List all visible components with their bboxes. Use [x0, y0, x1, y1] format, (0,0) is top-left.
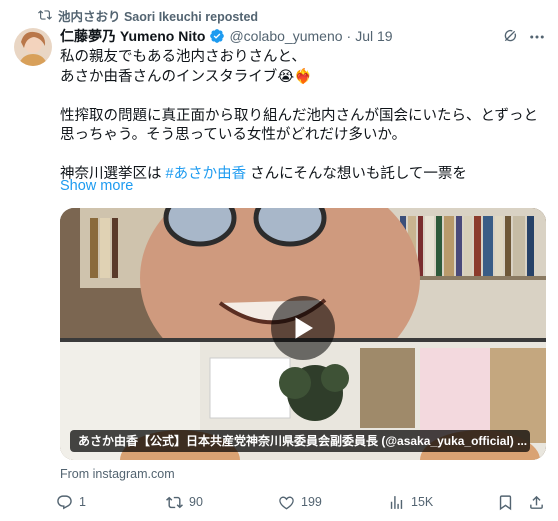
hashtag-link[interactable]: #あさか由香 [166, 166, 247, 182]
author-name[interactable]: 仁藤夢乃 Yumeno Nito [60, 26, 205, 46]
reply-count: 1 [79, 495, 86, 509]
separator-dot: · [346, 28, 352, 44]
views-button[interactable]: 15K [388, 490, 433, 514]
repost-indicator[interactable]: 池内さおり Saori Ikeuchi reposted [38, 6, 258, 24]
repost-button[interactable]: 90 [166, 490, 203, 514]
more-options-icon[interactable] [528, 28, 546, 46]
views-chart-icon [390, 495, 403, 509]
tweet-paragraph-2: 性搾取の問題に真正面から取り組んだ池内さんが国会にいたら、とずっと思っちゃう。そ… [60, 107, 539, 144]
share-button[interactable] [528, 490, 545, 514]
video-caption: あさか由香【公式】日本共産党神奈川県委員会副委員長 (@asaka_yuka_o… [70, 430, 530, 452]
verified-badge-icon [210, 29, 225, 43]
bookmark-icon [499, 494, 512, 510]
grok-icon[interactable] [502, 28, 518, 44]
link-source[interactable]: From instagram.com [60, 467, 175, 481]
show-more-link[interactable]: Show more [60, 178, 133, 194]
tweet-para3-suffix: さんにそんな想いも託して一票を [246, 166, 467, 182]
like-button[interactable]: 199 [278, 490, 322, 514]
reply-icon [57, 494, 72, 509]
play-icon [295, 317, 313, 339]
tweet-text: 私の親友でもある池内さおりさんと、 あさか由香さんのインスタライブ😭❤️‍🔥 性… [60, 48, 546, 185]
tweet-header: 仁藤夢乃 Yumeno Nito @colabo_yumeno · Jul 19 [60, 26, 393, 46]
tweet-line-2: あさか由香さんのインスタライブ😭❤️‍🔥 [60, 68, 313, 85]
repost-count: 90 [189, 495, 203, 509]
reply-button[interactable]: 1 [56, 490, 86, 514]
avatar[interactable] [14, 28, 52, 66]
repost-icon [38, 10, 52, 20]
video-card[interactable]: あさか由香【公式】日本共産党神奈川県委員会副委員長 (@asaka_yuka_o… [60, 208, 546, 460]
play-button[interactable] [271, 296, 335, 360]
tweet-line-1: 私の親友でもある池内さおりさんと、 [60, 49, 306, 65]
bookmark-button[interactable] [497, 490, 514, 514]
action-bar: 1 90 199 15K [56, 490, 546, 514]
share-icon [530, 495, 543, 509]
like-count: 199 [301, 495, 322, 509]
repost-text: 池内さおり Saori Ikeuchi reposted [58, 9, 259, 24]
views-count: 15K [411, 495, 434, 509]
repost-icon [166, 496, 183, 508]
heart-icon [279, 495, 294, 510]
author-handle[interactable]: @colabo_yumeno [229, 28, 342, 44]
tweet-date[interactable]: Jul 19 [355, 28, 392, 44]
